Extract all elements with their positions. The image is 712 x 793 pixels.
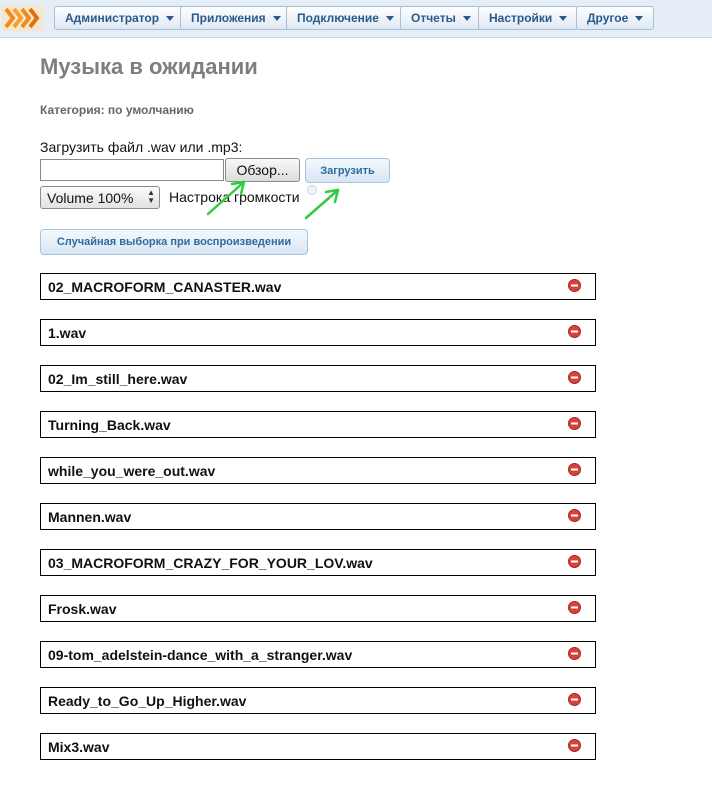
caret-down-icon <box>166 15 175 21</box>
browse-button[interactable]: Обзор... <box>225 158 300 182</box>
track-name: Turning_Back.wav <box>48 417 171 433</box>
track-name: Ready_to_Go_Up_Higher.wav <box>48 693 247 709</box>
track-row: Turning_Back.wav <box>40 411 596 438</box>
top-navigation-bar: Администратор Приложения Подключение Отч… <box>0 0 712 38</box>
track-row: while_you_were_out.wav <box>40 457 596 484</box>
menu-label: Приложения <box>191 11 266 25</box>
menu-connection[interactable]: Подключение <box>286 6 405 30</box>
track-name: Frosk.wav <box>48 601 117 617</box>
menu-label: Настройки <box>489 11 553 25</box>
caret-down-icon <box>272 15 281 21</box>
logo-icon[interactable] <box>2 5 44 31</box>
track-name: Mannen.wav <box>48 509 132 525</box>
track-row: Mix3.wav <box>40 733 596 760</box>
delete-circle-icon[interactable] <box>568 601 581 614</box>
track-row: Ready_to_Go_Up_Higher.wav <box>40 687 596 714</box>
file-path-input[interactable] <box>40 159 224 181</box>
track-name: while_you_were_out.wav <box>48 463 216 479</box>
page-title: Музыка в ожидании <box>40 54 258 79</box>
caret-down-icon <box>462 15 471 21</box>
delete-circle-icon[interactable] <box>568 279 581 292</box>
menu-label: Отчеты <box>411 11 456 25</box>
delete-circle-icon[interactable] <box>568 739 581 752</box>
menu-settings[interactable]: Настройки <box>478 6 579 30</box>
menu-administrator[interactable]: Администратор <box>54 6 186 30</box>
caret-down-icon <box>635 15 644 21</box>
delete-circle-icon[interactable] <box>568 417 581 430</box>
menu-applications[interactable]: Приложения <box>180 6 292 30</box>
track-row: 02_Im_still_here.wav <box>40 365 596 392</box>
track-row: 02_MACROFORM_CANASTER.wav <box>40 273 596 300</box>
delete-circle-icon[interactable] <box>568 693 581 706</box>
menu-reports[interactable]: Отчеты <box>400 6 482 30</box>
track-row: 09-tom_adelstein-dance_with_a_stranger.w… <box>40 641 596 668</box>
track-name: 03_MACROFORM_CRAZY_FOR_YOUR_LOV.wav <box>48 555 373 571</box>
track-row: Frosk.wav <box>40 595 596 622</box>
delete-circle-icon[interactable] <box>568 509 581 522</box>
menu-other[interactable]: Другое <box>576 6 655 30</box>
menu-label: Подключение <box>297 11 379 25</box>
delete-circle-icon[interactable] <box>568 463 581 476</box>
track-name: 09-tom_adelstein-dance_with_a_stranger.w… <box>48 647 353 663</box>
track-name: 02_MACROFORM_CANASTER.wav <box>48 279 282 295</box>
caret-down-icon <box>559 15 568 21</box>
radio-dot-icon <box>307 185 317 195</box>
delete-circle-icon[interactable] <box>568 325 581 338</box>
delete-circle-icon[interactable] <box>568 371 581 384</box>
volume-label: Настрока громкости <box>169 189 300 205</box>
caret-down-icon <box>385 15 394 21</box>
shuffle-playback-button[interactable]: Случайная выборка при воспроизведении <box>40 229 308 255</box>
upload-button[interactable]: Загрузить <box>305 158 390 183</box>
menu-label: Администратор <box>65 11 160 25</box>
annotation-arrows <box>206 180 340 220</box>
track-row: Mannen.wav <box>40 503 596 530</box>
spinner-arrows-icon: ▲ ▼ <box>147 188 155 205</box>
category-label: Категория: по умолчанию <box>40 103 194 117</box>
track-name: 1.wav <box>48 325 87 341</box>
track-name: Mix3.wav <box>48 739 110 755</box>
track-name: 02_Im_still_here.wav <box>48 371 188 387</box>
volume-select[interactable]: Volume 100% ▲ ▼ <box>40 186 160 209</box>
track-row: 03_MACROFORM_CRAZY_FOR_YOUR_LOV.wav <box>40 549 596 576</box>
menu-label: Другое <box>587 11 629 25</box>
upload-label: Загрузить файл .wav или .mp3: <box>40 139 243 155</box>
track-row: 1.wav <box>40 319 596 346</box>
delete-circle-icon[interactable] <box>568 647 581 660</box>
delete-circle-icon[interactable] <box>568 555 581 568</box>
volume-value: Volume 100% <box>47 189 134 206</box>
